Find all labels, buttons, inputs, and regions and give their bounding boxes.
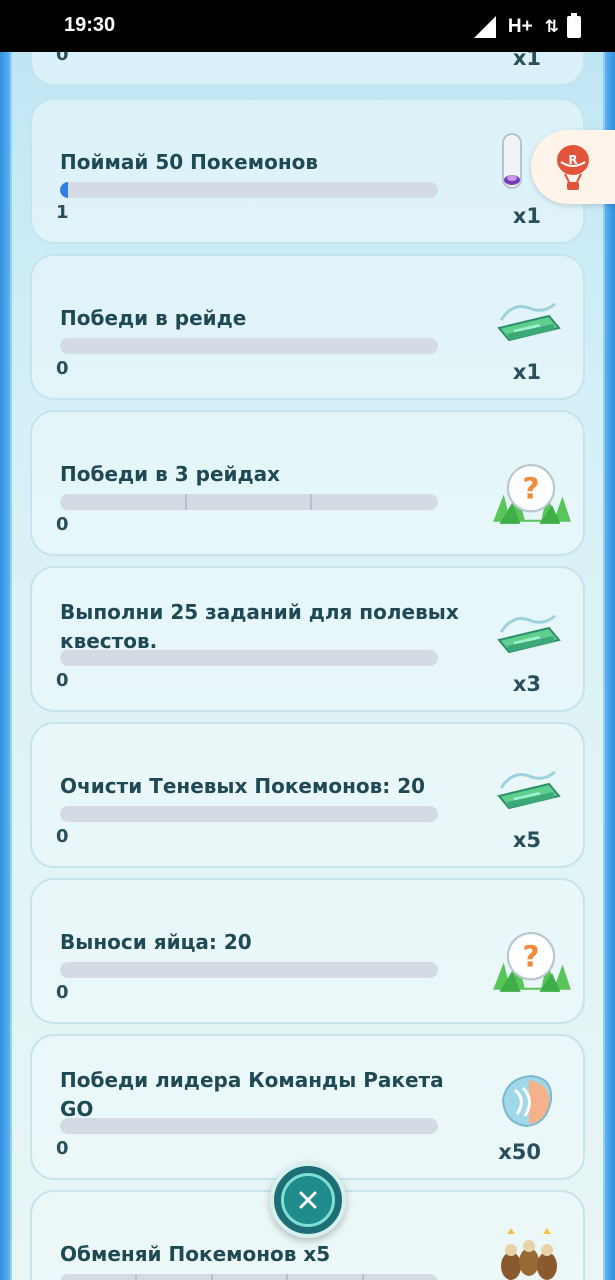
mystery-encounter-icon: ?: [493, 464, 571, 524]
reward-quantity: x3: [512, 672, 541, 696]
pokemon-group-icon: [501, 1228, 557, 1280]
raid-pass-icon: [497, 614, 561, 654]
quest-card[interactable]: Очисти Теневых Покемонов: 20 0 x5: [30, 722, 585, 868]
progress-bar: [60, 806, 438, 822]
quest-card[interactable]: Выноси яйца: 20 0 ?: [30, 878, 585, 1024]
team-rocket-balloon-icon: R: [557, 145, 589, 190]
reward-quantity: x1: [512, 204, 541, 228]
progress-bar: [60, 962, 438, 978]
mystery-encounter-icon: ?: [493, 932, 571, 992]
close-button-inner: [281, 1173, 335, 1227]
status-time: 19:30: [64, 14, 116, 36]
quest-title: Очисти Теневых Покемонов: 20: [60, 774, 426, 798]
progress-count: 0: [56, 52, 69, 65]
progress-count: 0: [56, 358, 69, 379]
progress-count: 0: [56, 982, 69, 1003]
quest-title: Победи лидера Команды Ракета GO: [60, 1068, 444, 1121]
network-type: H+: [507, 16, 533, 37]
raid-pass-icon: [497, 302, 561, 342]
progress-bar: [60, 182, 438, 198]
progress-segment: [310, 494, 312, 510]
progress-count: 0: [56, 670, 69, 691]
progress-bar: [60, 1274, 438, 1280]
quest-title: Обменяй Покемонов x5: [60, 1242, 331, 1266]
progress-count: 1: [56, 202, 69, 223]
close-icon: [299, 1191, 317, 1209]
svg-text:?: ?: [522, 472, 539, 506]
svg-text:?: ?: [522, 940, 539, 974]
quest-title: Победи в 3 рейдах: [60, 462, 281, 486]
status-icons: H+ ⇅: [473, 13, 581, 40]
quest-title: Поймай 50 Покемонов: [60, 150, 319, 174]
frame-right: [603, 52, 615, 1280]
reward-quantity: x1: [512, 52, 541, 70]
svg-text:R: R: [568, 153, 577, 167]
progress-segment: [211, 1274, 213, 1280]
quest-card[interactable]: 0 x1: [30, 52, 585, 86]
quest-card[interactable]: Победи в 3 рейдах 0 ?: [30, 410, 585, 556]
close-button[interactable]: [270, 1162, 346, 1238]
quest-title: Победи в рейде: [60, 306, 247, 330]
rare-candy-icon: [501, 1074, 553, 1128]
data-activity-icon: ⇅: [544, 17, 559, 37]
progress-segment: [286, 1274, 288, 1280]
frame-left: [0, 52, 12, 1280]
reward-quantity: x1: [512, 360, 541, 384]
battery-icon: [567, 13, 581, 38]
progress-segment: [362, 1274, 364, 1280]
quest-list-screen: 0 x1 Поймай 50 Покемонов 1 x1 Победи в р…: [0, 52, 615, 1280]
quest-card[interactable]: Победи в рейде 0 x1: [30, 254, 585, 400]
progress-bar: [60, 1118, 438, 1134]
reward-quantity: x50: [498, 1140, 541, 1164]
progress-segment: [185, 494, 187, 510]
progress-count: 0: [56, 826, 69, 847]
quest-card[interactable]: Поймай 50 Покемонов 1 x1: [30, 98, 585, 244]
progress-bar: [60, 338, 438, 354]
quest-title: Выноси яйца: 20: [60, 930, 252, 954]
progress-fill: [60, 182, 68, 198]
progress-count: 0: [56, 514, 69, 535]
progress-segment: [135, 1274, 137, 1280]
team-rocket-balloon-button[interactable]: R: [531, 130, 615, 204]
quest-card[interactable]: Победи лидера Команды Ракета GO 0 x50: [30, 1034, 585, 1180]
raid-pass-icon: [497, 770, 561, 810]
signal-icon: [473, 16, 496, 38]
progress-bar: [60, 494, 438, 510]
reward-quantity: x5: [512, 828, 541, 852]
status-bar: 19:30 H+ ⇅: [0, 0, 615, 52]
progress-bar: [60, 650, 438, 666]
quest-title: Выполни 25 заданий для полевых квестов.: [60, 600, 459, 653]
progress-count: 0: [56, 1138, 69, 1159]
quest-card[interactable]: Выполни 25 заданий для полевых квестов. …: [30, 566, 585, 712]
